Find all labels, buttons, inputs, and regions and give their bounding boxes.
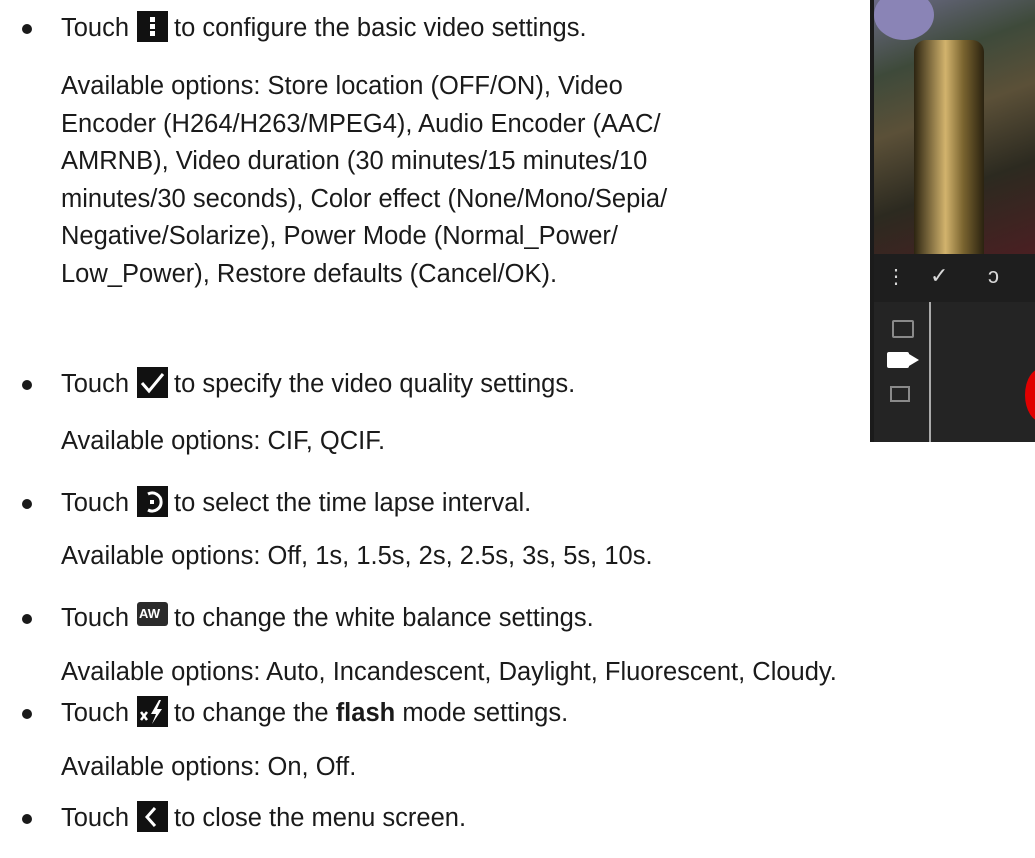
bullet [22,499,32,509]
bullet [22,814,32,824]
checkmark-icon[interactable]: ✓ [930,263,948,289]
bullet [22,380,32,390]
checkmark-icon [137,367,169,398]
vertical-dots-menu-icon[interactable]: ⋮ [886,264,906,289]
timer-icon[interactable]: ↄ [988,263,999,289]
divider [929,302,931,442]
back-chevron-icon [137,801,169,832]
bullet [22,709,32,719]
camera-app-preview: ⋮ ✓ ↄ [870,0,1035,442]
panorama-icon[interactable] [890,386,910,402]
bottle [914,40,984,254]
viewfinder-photo [874,0,1035,254]
vertical-dots-menu-icon [137,11,169,42]
camera-icon[interactable] [892,320,914,338]
bullet [22,24,32,34]
record-button[interactable] [1025,368,1035,422]
video-camera-icon[interactable] [887,352,919,368]
camera-mode-panel [874,302,1035,442]
toy-figure [874,0,934,40]
flash-off-icon [137,696,169,727]
timer-icon [137,486,169,517]
white-balance-icon: AW [137,602,169,626]
touch-word: Touch [61,14,130,42]
bullet [22,614,32,624]
camera-settings-strip: ⋮ ✓ ↄ [874,254,1035,302]
options-paragraph: Available options: Store location (OFF/O… [61,72,668,288]
item-description: to configure the basic video settings. [174,14,587,42]
